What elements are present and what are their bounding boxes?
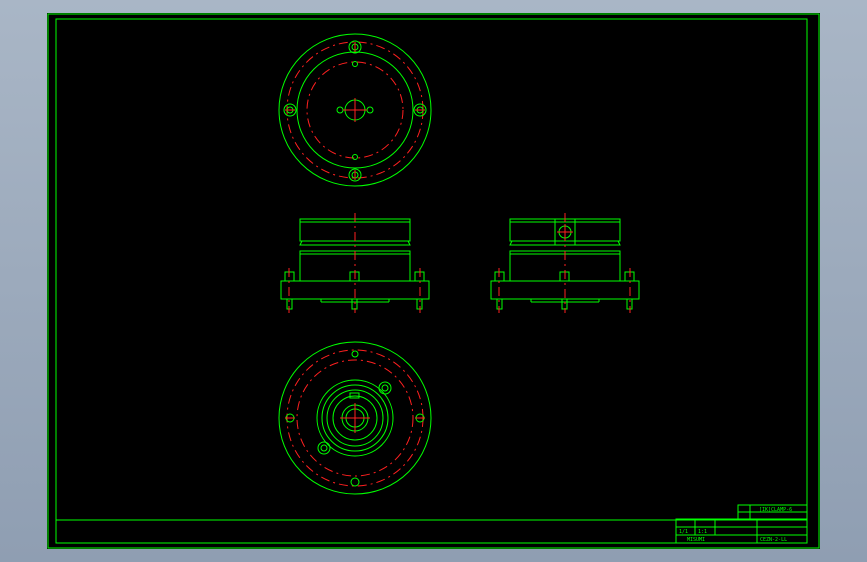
inner-border <box>55 18 808 544</box>
outer-border <box>47 13 820 549</box>
title-company: MISUMI <box>687 537 705 543</box>
cad-drawing: [IK]CLAMP-6 1/1 1:1 MISUMI CEZN-2-LL <box>47 13 820 549</box>
title-scale: 1:1 <box>698 529 707 535</box>
title-code: CEZN-2-LL <box>760 537 787 543</box>
bottom-view <box>278 341 432 495</box>
title-sheet: 1/1 <box>679 529 688 535</box>
top-view <box>278 33 432 187</box>
front-view <box>280 213 430 313</box>
drawing-sheet: [IK]CLAMP-6 1/1 1:1 MISUMI CEZN-2-LL <box>47 13 820 549</box>
side-view <box>490 213 640 313</box>
title-block: [IK]CLAMP-6 1/1 1:1 MISUMI CEZN-2-LL <box>675 504 808 544</box>
title-model: [IK]CLAMP-6 <box>759 507 792 513</box>
